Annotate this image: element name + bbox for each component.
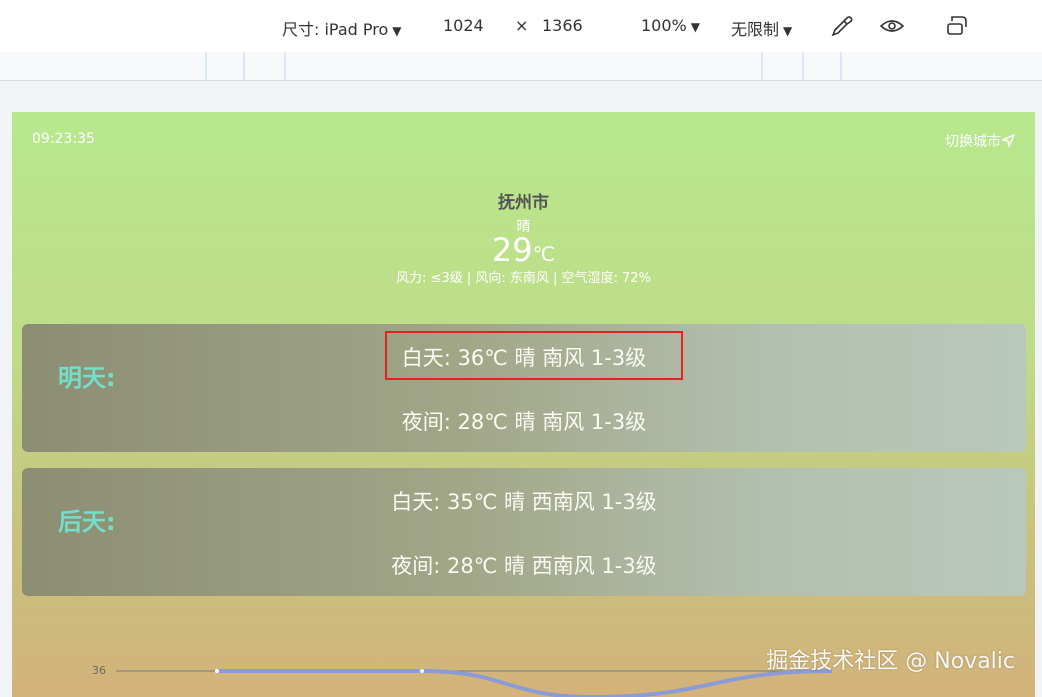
device-label: 尺寸: iPad Pro (282, 20, 389, 39)
throttle-select[interactable]: 无限制 ▼ (731, 16, 792, 40)
night-forecast: 夜间: 28℃ 晴 南风 1-3级 (401, 410, 647, 434)
current-time: 09:23:35 (32, 131, 95, 147)
forecast-card-tomorrow: 明天: 白天: 36℃ 晴 南风 1-3级 夜间: 28℃ 晴 南风 1-3级 (22, 324, 1026, 452)
temperature-unit: ℃ (532, 242, 556, 266)
device-select[interactable]: 尺寸: iPad Pro ▼ (282, 16, 402, 40)
devtools-toolbar: 尺寸: iPad Pro ▼ 1024 × 1366 100% ▼ 无限制 ▼ (0, 0, 1042, 53)
zoom-select[interactable]: 100% ▼ (641, 16, 700, 35)
times-sign: × (515, 16, 529, 35)
height-input[interactable]: 1366 (542, 16, 583, 35)
throttle-label: 无限制 (731, 20, 780, 39)
series-line (217, 669, 833, 697)
data-point (420, 669, 424, 673)
temperature-value: 29 (491, 231, 533, 269)
forecast-card-day-after: 后天: 白天: 35℃ 晴 西南风 1-3级 夜间: 28℃ 晴 西南风 1-3… (22, 468, 1026, 596)
weather-details: 风力: ≤3级 | 风向: 东南风 | 空气湿度: 72% (396, 271, 651, 286)
ruler-mark (761, 52, 763, 80)
caret-down-icon: ▼ (783, 24, 793, 38)
day-forecast: 白天: 35℃ 晴 西南风 1-3级 (391, 490, 657, 514)
media-query-bar[interactable] (0, 52, 1042, 81)
ruler-mark (243, 52, 245, 80)
switch-city-label: 切换城市 (945, 134, 1001, 150)
ruler-mark (802, 52, 804, 80)
switch-city-link[interactable]: 切换城市 (945, 131, 1016, 151)
ruler-mark (205, 52, 207, 80)
location-arrow-icon (1000, 133, 1016, 149)
y-tick-label: 36 (92, 664, 106, 677)
device-viewport: 09:23:35 切换城市 抚州市 晴 29℃ 风力: ≤3级 | 风向: 东南… (12, 112, 1035, 697)
zoom-label: 100% (641, 16, 687, 35)
city-name: 抚州市 (498, 193, 549, 213)
data-point (215, 669, 219, 673)
eye-icon[interactable] (879, 13, 905, 39)
caret-down-icon: ▼ (392, 24, 402, 38)
ruler-mark (284, 52, 286, 80)
eyedropper-icon[interactable] (829, 13, 855, 39)
width-input[interactable]: 1024 (443, 16, 484, 35)
night-forecast: 夜间: 28℃ 晴 西南风 1-3级 (391, 554, 657, 578)
rotate-icon[interactable] (944, 13, 970, 39)
ruler-mark (840, 52, 842, 80)
caret-down-icon: ▼ (690, 20, 700, 34)
highlight-box (385, 331, 683, 380)
watermark: 掘金技术社区 @ Novalic (766, 649, 1015, 674)
